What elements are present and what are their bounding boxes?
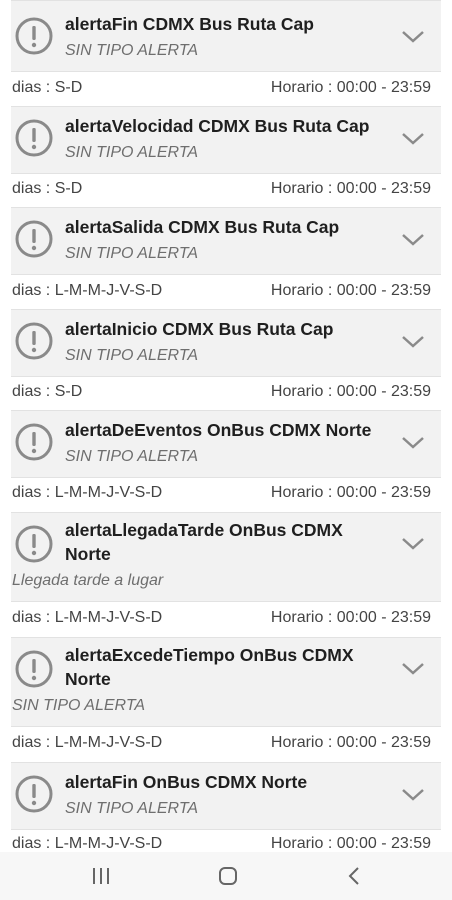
alert-subtitle: SIN TIPO ALERTA bbox=[65, 448, 199, 465]
alert-schedule: dias : L-M-M-J-V-S-D Horario : 00:00 - 2… bbox=[12, 276, 431, 306]
chevron-down-icon[interactable] bbox=[400, 334, 426, 350]
exclamation-circle-icon bbox=[15, 17, 53, 55]
alert-days: dias : S-D bbox=[12, 383, 83, 400]
home-icon[interactable] bbox=[217, 866, 239, 886]
alert-card[interactable]: alertaDeEventos OnBus CDMX Norte SIN TIP… bbox=[11, 410, 441, 478]
alert-subtitle: SIN TIPO ALERTA bbox=[65, 144, 199, 161]
exclamation-circle-icon bbox=[15, 775, 53, 813]
alert-card[interactable]: alertaSalida CDMX Bus Ruta Cap SIN TIPO … bbox=[11, 207, 441, 275]
alert-subtitle: SIN TIPO ALERTA bbox=[65, 245, 199, 262]
system-nav-bar bbox=[0, 852, 452, 900]
alert-title: alertaDeEventos OnBus CDMX Norte bbox=[65, 420, 372, 440]
alert-hours: Horario : 00:00 - 23:59 bbox=[270, 383, 431, 400]
alert-card[interactable]: alertaExcedeTiempo OnBus CDMX Norte SIN … bbox=[11, 637, 441, 727]
chevron-down-icon[interactable] bbox=[400, 131, 426, 147]
alert-days: dias : L-M-M-J-V-S-D bbox=[12, 484, 163, 501]
alert-days: dias : S-D bbox=[12, 79, 83, 96]
alert-title: alertaFin CDMX Bus Ruta Cap bbox=[65, 14, 314, 34]
alert-subtitle: SIN TIPO ALERTA bbox=[65, 42, 199, 59]
alert-card[interactable]: alertaVelocidad CDMX Bus Ruta Cap SIN TI… bbox=[11, 106, 441, 174]
alert-schedule: dias : S-D Horario : 00:00 - 23:59 bbox=[12, 377, 431, 407]
alert-days: dias : L-M-M-J-V-S-D bbox=[12, 609, 163, 626]
chevron-down-icon[interactable] bbox=[400, 29, 426, 45]
alert-subtitle: SIN TIPO ALERTA bbox=[65, 800, 199, 817]
exclamation-circle-icon bbox=[15, 423, 53, 461]
alert-title: alertaVelocidad CDMX Bus Ruta Cap bbox=[65, 116, 370, 136]
exclamation-circle-icon bbox=[15, 322, 53, 360]
alert-schedule: dias : L-M-M-J-V-S-D Horario : 00:00 - 2… bbox=[12, 603, 431, 633]
alert-title: alertaInicio CDMX Bus Ruta Cap bbox=[65, 319, 334, 339]
chevron-down-icon[interactable] bbox=[400, 787, 426, 803]
alert-title: alertaExcedeTiempo OnBus CDMX Norte bbox=[65, 645, 354, 689]
alert-days: dias : S-D bbox=[12, 180, 83, 197]
exclamation-circle-icon bbox=[15, 220, 53, 258]
exclamation-circle-icon bbox=[15, 650, 53, 688]
alert-subtitle: SIN TIPO ALERTA bbox=[12, 697, 146, 714]
alert-title: alertaSalida CDMX Bus Ruta Cap bbox=[65, 217, 340, 237]
alert-schedule: dias : S-D Horario : 00:00 - 23:59 bbox=[12, 73, 431, 103]
alert-card[interactable]: alertaInicio CDMX Bus Ruta Cap SIN TIPO … bbox=[11, 309, 441, 377]
alert-schedule: dias : L-M-M-J-V-S-D Horario : 00:00 - 2… bbox=[12, 478, 431, 508]
alert-card[interactable]: alertaLlegadaTarde OnBus CDMX Norte Lleg… bbox=[11, 512, 441, 602]
alert-schedule: dias : S-D Horario : 00:00 - 23:59 bbox=[12, 174, 431, 204]
exclamation-circle-icon bbox=[15, 119, 53, 157]
chevron-down-icon[interactable] bbox=[400, 232, 426, 248]
alert-title: alertaLlegadaTarde OnBus CDMX Norte bbox=[65, 520, 343, 564]
alert-subtitle: Llegada tarde a lugar bbox=[12, 572, 164, 589]
chevron-down-icon[interactable] bbox=[400, 435, 426, 451]
recent-apps-icon[interactable] bbox=[90, 866, 112, 886]
alert-title: alertaFin OnBus CDMX Norte bbox=[65, 772, 308, 792]
alert-card[interactable]: alertaFin OnBus CDMX Norte SIN TIPO ALER… bbox=[11, 762, 441, 830]
chevron-down-icon[interactable] bbox=[400, 536, 426, 552]
back-icon[interactable] bbox=[344, 866, 366, 886]
alert-days: dias : L-M-M-J-V-S-D bbox=[12, 734, 163, 751]
alert-hours: Horario : 00:00 - 23:59 bbox=[270, 484, 431, 501]
exclamation-circle-icon bbox=[15, 525, 53, 563]
alert-hours: Horario : 00:00 - 23:59 bbox=[270, 79, 431, 96]
alert-days: dias : L-M-M-J-V-S-D bbox=[12, 282, 163, 299]
alert-hours: Horario : 00:00 - 23:59 bbox=[270, 734, 431, 751]
alert-subtitle: SIN TIPO ALERTA bbox=[65, 347, 199, 364]
alert-card[interactable]: alertaFin CDMX Bus Ruta Cap SIN TIPO ALE… bbox=[11, 0, 441, 72]
alert-hours: Horario : 00:00 - 23:59 bbox=[270, 282, 431, 299]
alert-hours: Horario : 00:00 - 23:59 bbox=[270, 609, 431, 626]
alert-hours: Horario : 00:00 - 23:59 bbox=[270, 180, 431, 197]
chevron-down-icon[interactable] bbox=[400, 661, 426, 677]
alert-schedule: dias : L-M-M-J-V-S-D Horario : 00:00 - 2… bbox=[12, 728, 431, 758]
